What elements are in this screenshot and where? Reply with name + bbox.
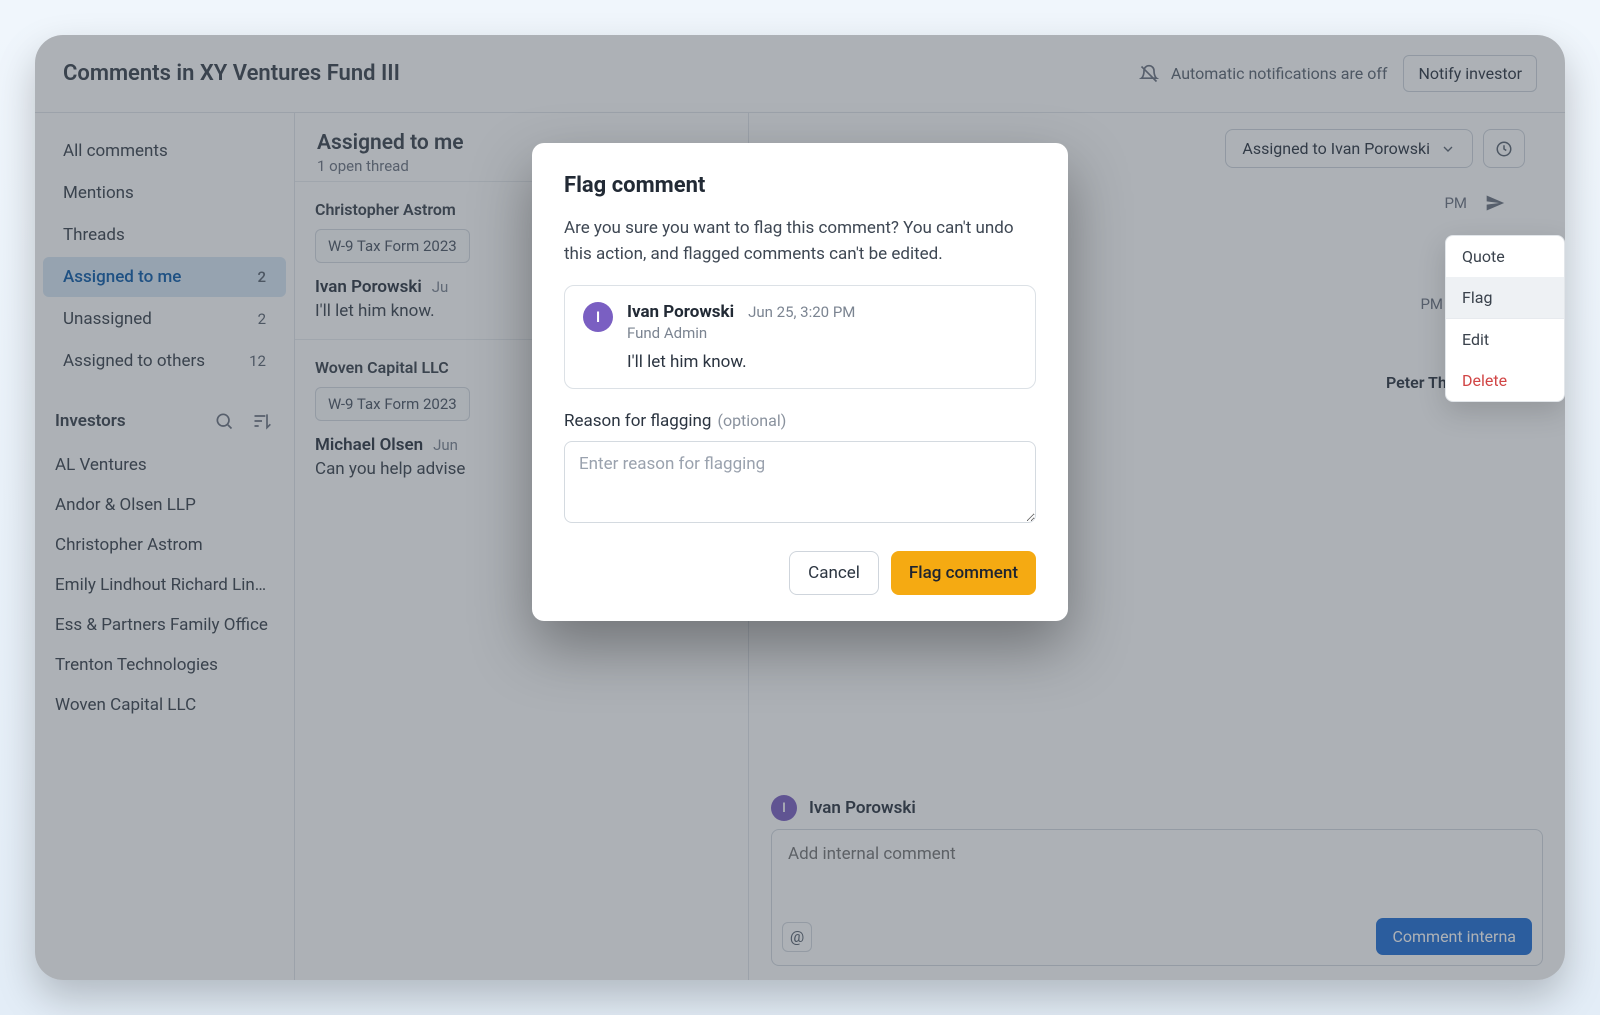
- flag-comment-button[interactable]: Flag comment: [891, 551, 1036, 595]
- menu-item-quote[interactable]: Quote: [1446, 236, 1564, 277]
- comment-context-menu: Quote Flag Edit Delete: [1445, 235, 1565, 402]
- quoted-author: Ivan Porowski: [627, 302, 734, 322]
- modal-confirm-text: Are you sure you want to flag this comme…: [564, 216, 1036, 267]
- quoted-role: Fund Admin: [627, 324, 855, 342]
- avatar: I: [583, 302, 613, 332]
- menu-item-edit[interactable]: Edit: [1446, 319, 1564, 360]
- quoted-timestamp: Jun 25, 3:20 PM: [748, 303, 855, 321]
- menu-item-delete[interactable]: Delete: [1446, 360, 1564, 401]
- reason-textarea[interactable]: [564, 441, 1036, 523]
- cancel-button[interactable]: Cancel: [789, 551, 879, 595]
- quoted-body: I'll let him know.: [627, 352, 855, 372]
- menu-item-flag[interactable]: Flag: [1446, 277, 1564, 318]
- flag-comment-modal: Flag comment Are you sure you want to fl…: [532, 143, 1068, 621]
- reason-label: Reason for flagging(optional): [564, 411, 1036, 431]
- quoted-comment: I Ivan Porowski Jun 25, 3:20 PM Fund Adm…: [564, 285, 1036, 389]
- modal-title: Flag comment: [564, 173, 1036, 198]
